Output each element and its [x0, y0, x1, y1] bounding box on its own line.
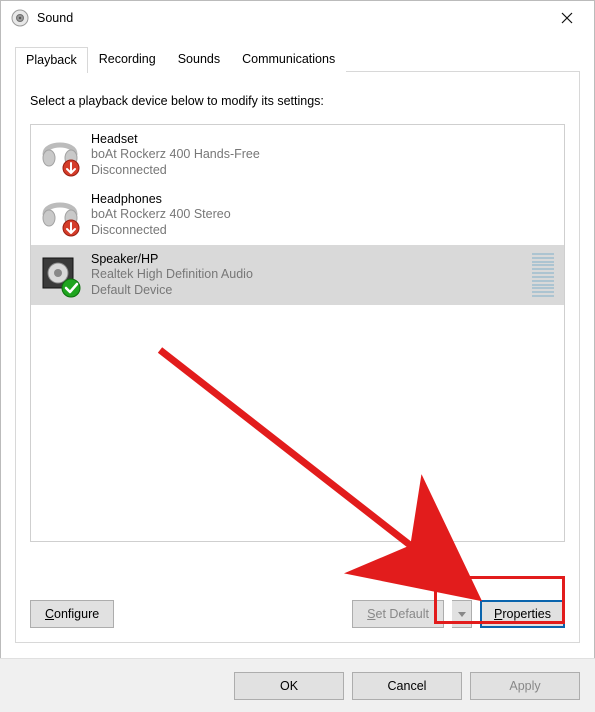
device-detail: boAt Rockerz 400 Hands-Free: [91, 147, 556, 163]
tab-recording[interactable]: Recording: [88, 46, 167, 72]
close-button[interactable]: [544, 3, 590, 33]
device-detail: boAt Rockerz 400 Stereo: [91, 207, 556, 223]
cancel-button[interactable]: Cancel: [352, 672, 462, 700]
set-default-dropdown[interactable]: [452, 600, 472, 628]
device-text: Headset boAt Rockerz 400 Hands-Free Disc…: [91, 132, 556, 179]
speaker-icon: [37, 252, 83, 298]
device-status: Disconnected: [91, 223, 556, 239]
title-bar: Sound: [1, 1, 594, 35]
device-row-headset[interactable]: Headset boAt Rockerz 400 Hands-Free Disc…: [31, 125, 564, 185]
device-status: Default Device: [91, 283, 524, 299]
device-name: Headphones: [91, 192, 556, 208]
tab-playback[interactable]: Playback: [15, 47, 88, 73]
device-list[interactable]: Headset boAt Rockerz 400 Hands-Free Disc…: [30, 124, 565, 542]
window-title: Sound: [37, 11, 73, 25]
tab-container: Playback Recording Sounds Communications…: [15, 46, 580, 650]
ok-button[interactable]: OK: [234, 672, 344, 700]
apply-button[interactable]: Apply: [470, 672, 580, 700]
tab-strip: Playback Recording Sounds Communications: [15, 46, 580, 72]
tab-communications[interactable]: Communications: [231, 46, 346, 72]
headphones-icon: [37, 192, 83, 238]
properties-button[interactable]: Properties: [480, 600, 565, 628]
headset-icon: [37, 132, 83, 178]
lower-button-row: Configure Set Default Properties: [30, 600, 565, 628]
tab-sounds[interactable]: Sounds: [167, 46, 231, 72]
device-detail: Realtek High Definition Audio: [91, 267, 524, 283]
sound-icon: [11, 9, 29, 27]
set-default-button[interactable]: Set Default: [352, 600, 444, 628]
dialog-button-bar: OK Cancel Apply: [0, 658, 595, 712]
device-status: Disconnected: [91, 163, 556, 179]
device-text: Headphones boAt Rockerz 400 Stereo Disco…: [91, 192, 556, 239]
device-row-speaker[interactable]: Speaker/HP Realtek High Definition Audio…: [31, 245, 564, 305]
level-meter: [532, 253, 554, 297]
instruction-text: Select a playback device below to modify…: [30, 94, 565, 108]
device-name: Speaker/HP: [91, 252, 524, 268]
device-text: Speaker/HP Realtek High Definition Audio…: [91, 252, 524, 299]
device-name: Headset: [91, 132, 556, 148]
device-row-headphones[interactable]: Headphones boAt Rockerz 400 Stereo Disco…: [31, 185, 564, 245]
configure-button[interactable]: Configure: [30, 600, 114, 628]
tab-body: Select a playback device below to modify…: [15, 71, 580, 643]
